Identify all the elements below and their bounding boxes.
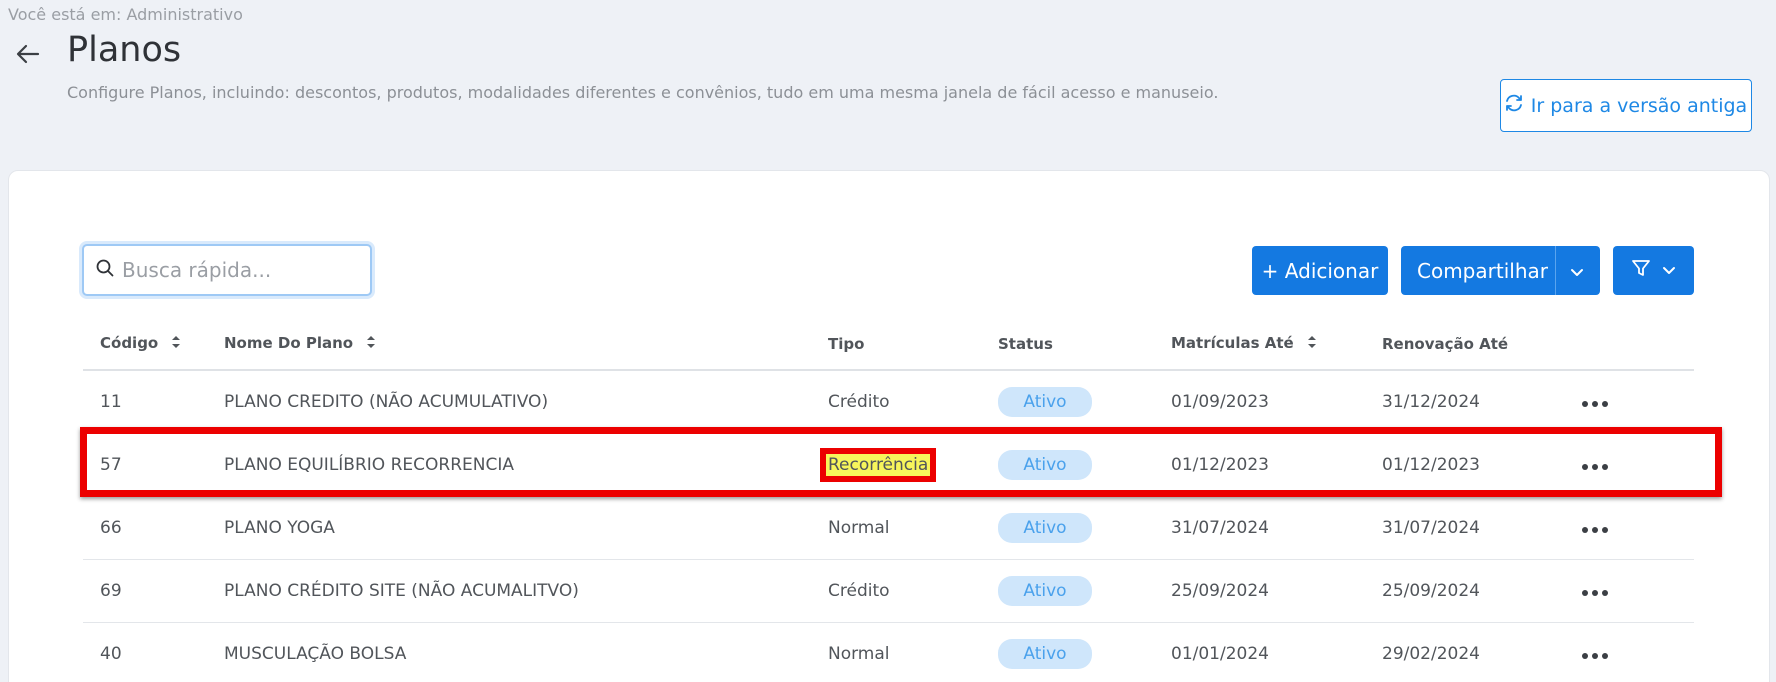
search-input[interactable] [122,258,362,282]
header-status: Status [998,318,1171,371]
chevron-down-icon [1661,259,1677,283]
status-badge: Ativo [998,449,1092,480]
breadcrumb: Você está em: Administrativo [8,5,243,24]
status-badge: Ativo [998,575,1092,606]
header-tipo: Tipo [828,318,998,371]
cell-nome: PLANO EQUILÍBRIO RECORRENCIA [224,433,828,497]
cell-renovacao: 31/07/2024 [1382,496,1582,560]
status-badge: Ativo [998,638,1092,669]
share-button[interactable]: Compartilhar [1401,246,1600,295]
swap-icon [1505,94,1523,117]
header-codigo[interactable]: Código [83,318,224,371]
add-button[interactable]: + Adicionar [1252,246,1388,295]
chevron-down-icon[interactable] [1569,261,1585,285]
sort-icon[interactable] [1307,335,1317,353]
page-description: Configure Planos, incluindo: descontos, … [67,83,1219,102]
cell-nome: PLANO YOGA [224,496,828,560]
cell-actions [1582,370,1694,434]
cell-codigo: 66 [83,496,224,560]
cell-status: Ativo [998,622,1171,682]
cell-status: Ativo [998,496,1171,560]
search-box[interactable] [82,244,372,296]
table-row[interactable]: 69 PLANO CRÉDITO SITE (NÃO ACUMALITVO) C… [83,559,1694,623]
cell-renovacao: 25/09/2024 [1382,559,1582,623]
cell-actions [1582,559,1694,623]
share-divider [1555,246,1556,295]
filter-icon [1631,258,1651,283]
header-actions [1582,318,1694,371]
old-version-label: Ir para a versão antiga [1530,94,1748,117]
table-row[interactable]: 11 PLANO CREDITO (NÃO ACUMULATIVO) Crédi… [83,370,1694,434]
cell-actions [1582,622,1694,682]
cell-matriculas: 01/09/2023 [1171,370,1382,434]
cell-tipo: Recorrência [819,433,998,497]
cell-codigo: 69 [83,559,224,623]
cell-tipo: Crédito [828,370,998,434]
more-options-icon[interactable] [1582,526,1608,533]
cell-renovacao: 31/12/2024 [1382,370,1582,434]
cell-status: Ativo [998,433,1171,497]
header-nome[interactable]: Nome Do Plano [224,318,828,371]
cell-tipo: Normal [828,622,998,682]
cell-matriculas: 01/12/2023 [1171,433,1382,497]
filter-button[interactable] [1613,246,1694,295]
cell-nome: MUSCULAÇÃO BOLSA [224,622,828,682]
table-header-row: Código Nome Do Plano Tipo Status Matrícu… [83,318,1694,371]
cell-status: Ativo [998,370,1171,434]
search-icon [96,259,114,281]
share-label: Compartilhar [1417,258,1548,283]
cell-matriculas: 01/01/2024 [1171,622,1382,682]
cell-codigo: 57 [83,433,224,497]
header-matriculas[interactable]: Matrículas Até [1171,318,1382,371]
table-row[interactable]: 66 PLANO YOGA Normal Ativo 31/07/2024 31… [83,496,1694,560]
cell-tipo: Normal [828,496,998,560]
status-badge: Ativo [998,512,1092,543]
cell-renovacao: 01/12/2023 [1382,433,1582,497]
header-renovacao: Renovação Até [1382,318,1582,371]
back-arrow-icon[interactable] [14,40,42,68]
cell-matriculas: 25/09/2024 [1171,559,1382,623]
more-options-icon[interactable] [1582,652,1608,659]
more-options-icon[interactable] [1582,400,1608,407]
old-version-button[interactable]: Ir para a versão antiga [1500,79,1752,132]
cell-actions [1582,433,1694,497]
cell-status: Ativo [998,559,1171,623]
status-badge: Ativo [998,386,1092,417]
more-options-icon[interactable] [1582,463,1608,470]
cell-codigo: 40 [83,622,224,682]
table-row[interactable]: 40 MUSCULAÇÃO BOLSA Normal Ativo 01/01/2… [83,622,1694,682]
cell-renovacao: 29/02/2024 [1382,622,1582,682]
cell-nome: PLANO CRÉDITO SITE (NÃO ACUMALITVO) [224,559,828,623]
table-row[interactable]: 57 PLANO EQUILÍBRIO RECORRENCIA Recorrên… [83,433,1694,497]
plans-table: Código Nome Do Plano Tipo Status Matrícu… [83,318,1694,682]
cell-matriculas: 31/07/2024 [1171,496,1382,560]
cell-nome: PLANO CREDITO (NÃO ACUMULATIVO) [224,370,828,434]
cell-codigo: 11 [83,370,224,434]
more-options-icon[interactable] [1582,589,1608,596]
page-title: Planos [67,30,182,70]
cell-tipo: Crédito [828,559,998,623]
sort-icon[interactable] [366,335,376,353]
tipo-highlight: Recorrência [819,447,937,482]
sort-icon[interactable] [171,335,181,353]
cell-actions [1582,496,1694,560]
